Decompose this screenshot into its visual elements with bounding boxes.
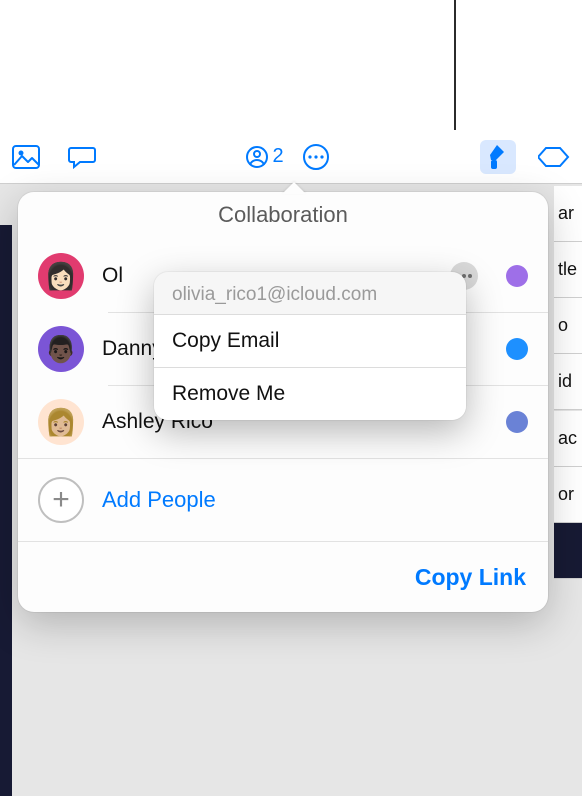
copy-link-button[interactable]: Copy Link: [415, 564, 526, 591]
copy-email-item[interactable]: Copy Email: [154, 314, 466, 367]
bg-cell: ar: [554, 186, 582, 242]
add-people-label: Add People: [102, 487, 216, 513]
avatar: 👩🏼: [38, 399, 84, 445]
avatar-emoji: 👩🏼: [45, 407, 77, 438]
bg-cell-dark: [554, 523, 582, 579]
collab-count: 2: [272, 145, 283, 168]
avatar-emoji: 👩🏻: [45, 261, 77, 292]
toolbar: 2: [0, 130, 582, 184]
sheet-footer: Copy Link: [18, 542, 548, 612]
shape-tag-icon[interactable]: [538, 145, 570, 169]
remove-me-item[interactable]: Remove Me: [154, 367, 466, 420]
sheet-title: Collaboration: [18, 190, 548, 228]
presence-dot: [506, 338, 528, 360]
background-cells: ar tle o id ac or: [554, 186, 582, 579]
bg-cell: o: [554, 298, 582, 354]
add-people-row[interactable]: + Add People: [18, 458, 548, 542]
context-menu-email: olivia_rico1@icloud.com: [154, 272, 466, 314]
plus-icon: +: [38, 477, 84, 523]
bg-cell: tle: [554, 242, 582, 298]
presence-dot: [506, 265, 528, 287]
more-menu-icon[interactable]: [302, 143, 330, 171]
avatar-emoji: 👨🏿: [45, 334, 77, 365]
comment-icon[interactable]: [68, 145, 96, 169]
context-menu: olivia_rico1@icloud.com Copy Email Remov…: [154, 272, 466, 420]
collaboration-button[interactable]: 2: [246, 145, 283, 168]
bg-cell: ac: [554, 411, 582, 467]
bg-cell: id: [554, 354, 582, 410]
presence-dot: [506, 411, 528, 433]
callout-line: [454, 0, 456, 140]
left-dark-strip: [0, 225, 12, 796]
avatar: 👨🏿: [38, 326, 84, 372]
bg-cell: or: [554, 467, 582, 523]
format-brush-icon[interactable]: [480, 140, 516, 174]
image-icon[interactable]: [12, 145, 40, 169]
avatar: 👩🏻: [38, 253, 84, 299]
collaboration-sheet: Collaboration 👩🏻 Ol 👨🏿 Danny Rico (Owner…: [18, 192, 548, 612]
app-stage: 2: [0, 130, 582, 796]
